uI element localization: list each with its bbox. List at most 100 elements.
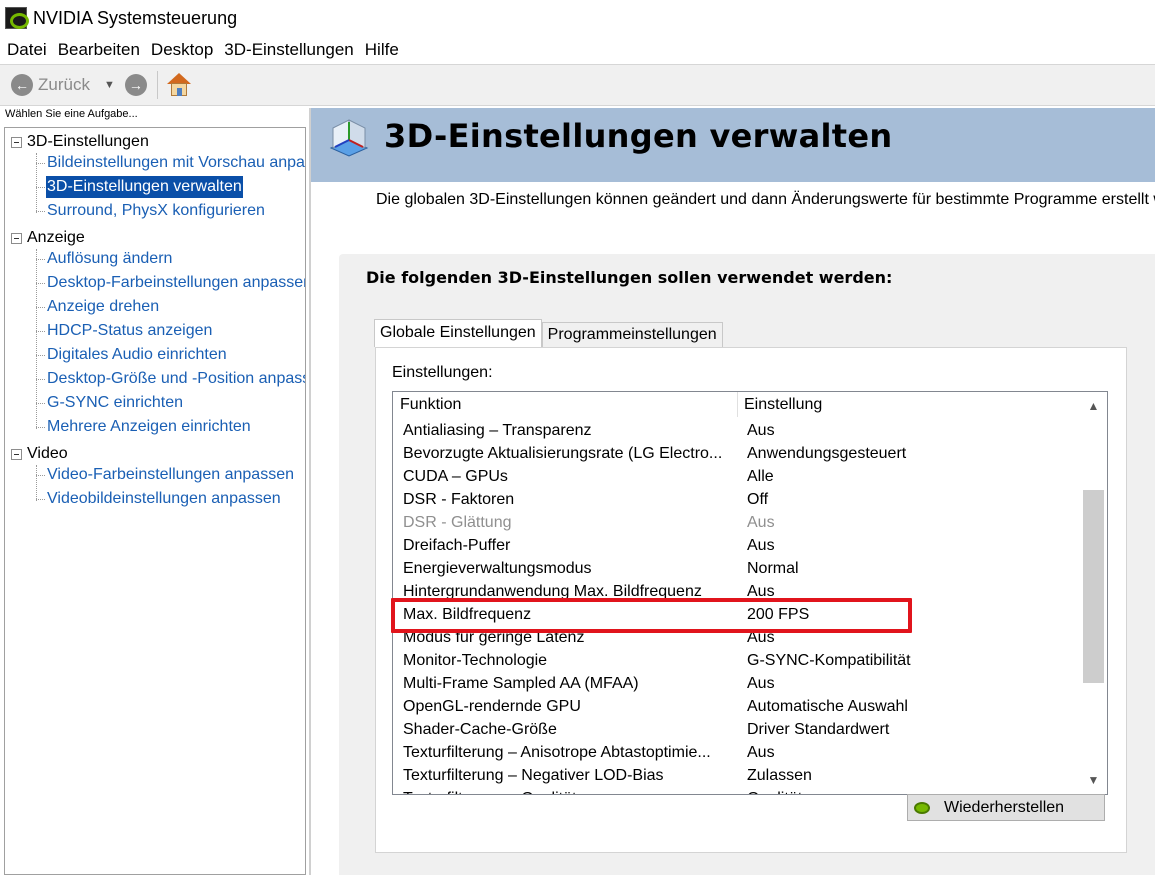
row-function: Shader-Cache-Größe bbox=[403, 721, 557, 738]
menu-bar: Datei Bearbeiten Desktop 3D-Einstellunge… bbox=[0, 36, 1155, 64]
task-label: Wählen Sie eine Aufgabe... bbox=[5, 108, 138, 120]
tree-item-3d-einstellungen-verwalten[interactable]: 3D-Einstellungen verwalten bbox=[46, 176, 243, 198]
row-setting-value[interactable]: Alle bbox=[737, 465, 1081, 488]
tree-category-video[interactable]: Video bbox=[11, 445, 68, 463]
group-title: Die folgenden 3D-Einstellungen sollen ve… bbox=[366, 268, 893, 287]
menu-hilfe[interactable]: Hilfe bbox=[365, 40, 399, 60]
table-row[interactable]: Texturfilterung – Negativer LOD-Bias Zula… bbox=[393, 764, 1081, 787]
tree-item-videobildeinstellungen[interactable]: Videobildeinstellungen anpassen bbox=[46, 488, 282, 510]
tree-item-bildeinstellungen[interactable]: Bildeinstellungen mit Vorschau anpassen bbox=[46, 152, 305, 174]
row-setting-value[interactable]: Aus bbox=[737, 672, 1081, 695]
row-setting-value[interactable]: Driver Standardwert bbox=[737, 718, 1081, 741]
column-header-function[interactable]: Funktion bbox=[393, 392, 738, 417]
back-arrow-icon: ← bbox=[11, 74, 33, 96]
row-function: Texturfilterung – Negativer LOD-Bias bbox=[403, 767, 664, 784]
tree-item-surround-physx[interactable]: Surround, PhysX konfigurieren bbox=[46, 200, 266, 222]
history-dropdown-icon[interactable]: ▼ bbox=[104, 79, 115, 91]
tree-category-3d[interactable]: 3D-Einstellungen bbox=[11, 133, 149, 151]
row-setting-value[interactable]: Aus bbox=[737, 511, 1081, 534]
table-row[interactable]: OpenGL-rendernde GPU Automatische Auswahl bbox=[393, 695, 1081, 718]
table-row[interactable]: Modus für geringe Latenz Aus bbox=[393, 626, 1081, 649]
collapse-icon[interactable] bbox=[11, 136, 22, 148]
collapse-icon[interactable] bbox=[11, 232, 22, 244]
nvidia-logo-icon bbox=[5, 7, 29, 29]
row-function: Energieverwaltungsmodus bbox=[403, 560, 592, 577]
back-button[interactable]: ← Zurück bbox=[11, 74, 90, 96]
tree-item-video-farbeinstellungen[interactable]: Video-Farbeinstellungen anpassen bbox=[46, 464, 295, 486]
row-setting-value[interactable]: Aus bbox=[737, 580, 1081, 603]
page-description: Die globalen 3D-Einstellungen können geä… bbox=[376, 191, 1155, 208]
collapse-icon[interactable] bbox=[11, 448, 22, 460]
row-function: Monitor-Technologie bbox=[403, 652, 548, 669]
settings-group: Die folgenden 3D-Einstellungen sollen ve… bbox=[339, 254, 1155, 875]
table-row[interactable]: Monitor-Technologie G-SYNC-Kompatibilität bbox=[393, 649, 1081, 672]
row-setting-value[interactable]: 200 FPS bbox=[737, 603, 1081, 626]
row-function: CUDA – GPUs bbox=[403, 468, 508, 485]
table-row[interactable]: Multi-Frame Sampled AA (MFAA) Aus bbox=[393, 672, 1081, 695]
scroll-up-icon[interactable]: ▲ bbox=[1080, 394, 1107, 418]
tree-item-digitales-audio[interactable]: Digitales Audio einrichten bbox=[46, 344, 228, 366]
row-setting-value[interactable]: Aus bbox=[737, 534, 1081, 557]
main-panel: 3D-Einstellungen verwalten Die globalen … bbox=[311, 108, 1155, 875]
table-row[interactable]: Texturfilterung – Anisotrope Abtastoptim… bbox=[393, 741, 1081, 764]
table-row[interactable]: Antialiasing – Transparenz Aus bbox=[393, 419, 1081, 442]
row-function: Max. Bildfrequenz bbox=[403, 606, 532, 623]
menu-bearbeiten[interactable]: Bearbeiten bbox=[58, 40, 140, 60]
menu-3d-einstellungen[interactable]: 3D-Einstellungen bbox=[224, 40, 353, 60]
table-row[interactable]: Max. Bildfrequenz 200 FPS bbox=[393, 603, 1081, 626]
list-header: Funktion Einstellung bbox=[393, 392, 1081, 417]
home-icon[interactable] bbox=[166, 72, 192, 98]
table-row[interactable]: CUDA – GPUs Alle bbox=[393, 465, 1081, 488]
table-row[interactable]: DSR - Glättung Aus bbox=[393, 511, 1081, 534]
row-function: Antialiasing – Transparenz bbox=[403, 422, 592, 439]
tree-item-g-sync[interactable]: G-SYNC einrichten bbox=[46, 392, 184, 414]
scroll-down-icon[interactable]: ▼ bbox=[1080, 768, 1107, 792]
list-rows: Antialiasing – Transparenz Aus Bevorzugte … bbox=[393, 419, 1081, 794]
tree-item-hdcp-status[interactable]: HDCP-Status anzeigen bbox=[46, 320, 213, 342]
table-row[interactable]: Shader-Cache-Größe Driver Standardwert bbox=[393, 718, 1081, 741]
forward-arrow-icon[interactable]: → bbox=[124, 74, 147, 96]
window-title: NVIDIA Systemsteuerung bbox=[33, 7, 238, 28]
row-setting-value[interactable]: Aus bbox=[737, 741, 1081, 764]
tree-category-label: Video bbox=[27, 445, 68, 462]
scroll-thumb[interactable] bbox=[1083, 490, 1104, 683]
settings-list: Funktion Einstellung Antialiasing – Tran… bbox=[392, 391, 1108, 795]
row-setting-value[interactable]: Off bbox=[737, 488, 1081, 511]
table-row[interactable]: Energieverwaltungsmodus Normal bbox=[393, 557, 1081, 580]
tree-item-aufloesung[interactable]: Auflösung ändern bbox=[46, 248, 173, 270]
tab-program-settings[interactable]: Programmeinstellungen bbox=[541, 322, 723, 347]
tree-item-mehrere-anzeigen[interactable]: Mehrere Anzeigen einrichten bbox=[46, 416, 252, 438]
tree-item-anzeige-drehen[interactable]: Anzeige drehen bbox=[46, 296, 160, 318]
row-function: DSR - Glättung bbox=[403, 514, 512, 531]
page-header-banner: 3D-Einstellungen verwalten bbox=[311, 108, 1155, 182]
row-setting-value[interactable]: Aus bbox=[737, 419, 1081, 442]
row-setting-value[interactable]: Anwendungsgesteuert bbox=[737, 442, 1081, 465]
row-setting-value[interactable]: Aus bbox=[737, 626, 1081, 649]
table-row[interactable]: Bevorzugte Aktualisierungsrate (LG Elect… bbox=[393, 442, 1081, 465]
row-function: Multi-Frame Sampled AA (MFAA) bbox=[403, 675, 639, 692]
vertical-scrollbar[interactable]: ▲ ▼ bbox=[1080, 392, 1107, 794]
tree-item-desktop-farbeinstellungen[interactable]: Desktop-Farbeinstellungen anpassen bbox=[46, 272, 305, 294]
row-setting-value[interactable]: Zulassen bbox=[737, 764, 1081, 787]
column-header-setting[interactable]: Einstellung bbox=[738, 392, 1081, 417]
toolbar-separator bbox=[156, 71, 158, 99]
nvidia-eye-icon bbox=[914, 801, 930, 814]
menu-desktop[interactable]: Desktop bbox=[151, 40, 213, 60]
tab-strip: Globale Einstellungen Programmeinstellun… bbox=[374, 319, 723, 347]
restore-button[interactable]: Wiederherstellen bbox=[907, 794, 1105, 821]
row-function: DSR - Faktoren bbox=[403, 491, 515, 508]
task-tree: 3D-Einstellungen Bildeinstellungen mit V… bbox=[4, 127, 306, 875]
row-setting-value[interactable]: Normal bbox=[737, 557, 1081, 580]
tab-global-settings[interactable]: Globale Einstellungen bbox=[374, 319, 542, 347]
table-row[interactable]: Dreifach-Puffer Aus bbox=[393, 534, 1081, 557]
tree-item-desktop-groesse[interactable]: Desktop-Größe und -Position anpassen bbox=[46, 368, 305, 390]
title-bar: NVIDIA Systemsteuerung bbox=[0, 0, 1155, 36]
table-row[interactable]: DSR - Faktoren Off bbox=[393, 488, 1081, 511]
tree-category-anzeige[interactable]: Anzeige bbox=[11, 229, 85, 247]
row-function: OpenGL-rendernde GPU bbox=[403, 698, 581, 715]
row-setting-value[interactable]: Automatische Auswahl bbox=[737, 695, 1081, 718]
table-row[interactable]: Hintergrundanwendung Max. Bildfrequenz Au… bbox=[393, 580, 1081, 603]
row-setting-value[interactable]: G-SYNC-Kompatibilität bbox=[737, 649, 1081, 672]
menu-datei[interactable]: Datei bbox=[7, 40, 47, 60]
restore-button-label: Wiederherstellen bbox=[944, 798, 1065, 816]
